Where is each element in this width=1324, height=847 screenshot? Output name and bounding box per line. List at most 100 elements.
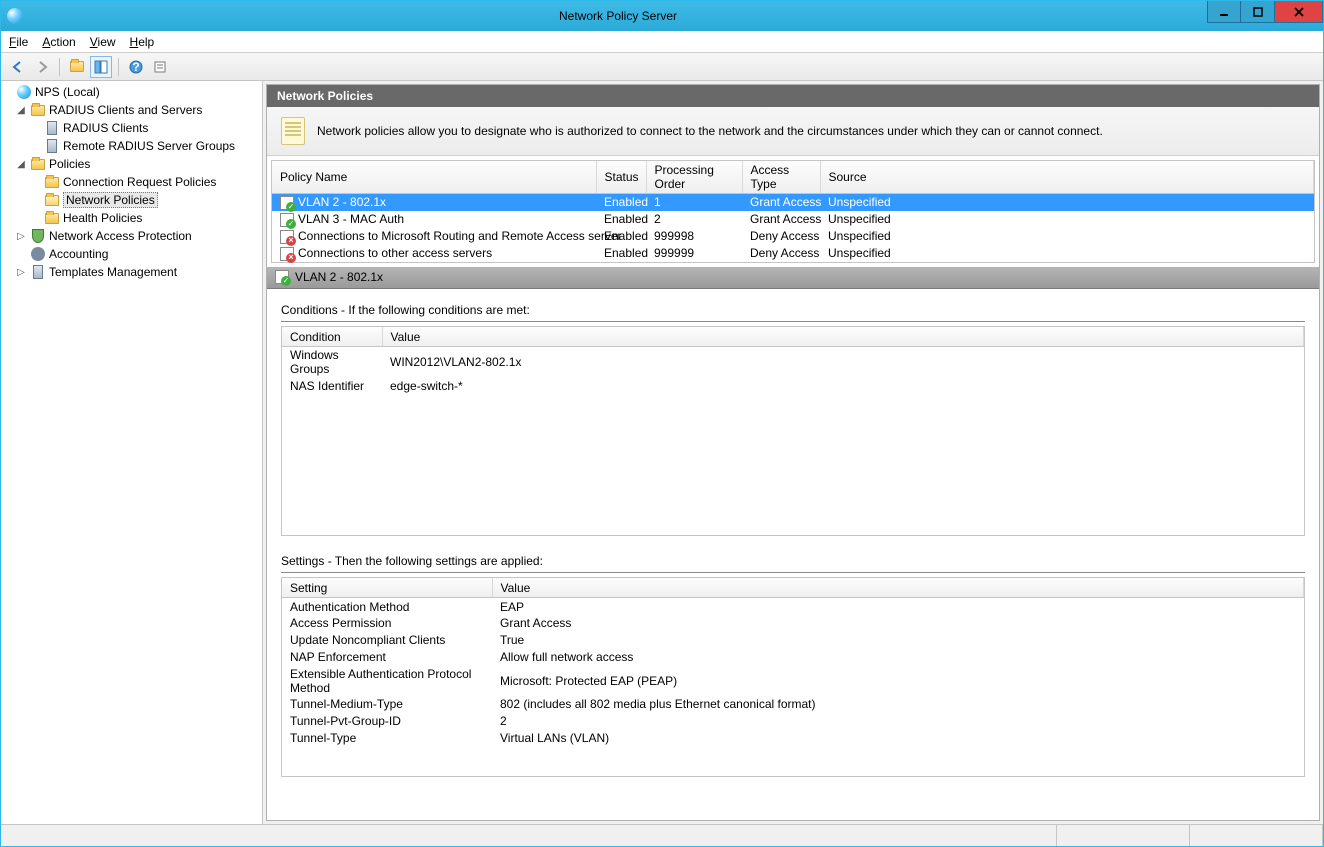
tree-radius[interactable]: ◢ RADIUS Clients and Servers xyxy=(1,101,262,119)
table-row[interactable]: NAP EnforcementAllow full network access xyxy=(282,649,1304,666)
table-row[interactable]: Tunnel-Medium-Type802 (includes all 802 … xyxy=(282,696,1304,713)
up-button[interactable] xyxy=(66,56,88,78)
table-row[interactable]: Connections to Microsoft Routing and Rem… xyxy=(272,228,1314,245)
minimize-button[interactable] xyxy=(1207,1,1241,23)
expander-icon[interactable]: ▷ xyxy=(15,231,27,242)
folder-icon xyxy=(30,102,46,118)
table-row[interactable]: Authentication MethodEAP xyxy=(282,598,1304,615)
tree-label: Network Policies xyxy=(63,192,158,208)
shield-icon xyxy=(30,228,46,244)
table-row[interactable]: Windows GroupsWIN2012\VLAN2-802.1x xyxy=(282,347,1304,378)
folder-icon xyxy=(44,210,60,226)
toolbar-separator xyxy=(118,58,119,76)
server-icon xyxy=(30,264,46,280)
col-condition[interactable]: Condition xyxy=(282,327,382,347)
server-icon xyxy=(44,120,60,136)
settings-title: Settings - Then the following settings a… xyxy=(281,548,1305,573)
col-value[interactable]: Value xyxy=(382,327,1304,347)
tree-policies[interactable]: ◢Policies xyxy=(1,155,262,173)
app-icon xyxy=(7,8,23,24)
tree-label: Remote RADIUS Server Groups xyxy=(63,139,235,153)
col-setting[interactable]: Setting xyxy=(282,578,492,598)
conditions-grid[interactable]: Condition Value Windows GroupsWIN2012\VL… xyxy=(281,326,1305,536)
folder-icon xyxy=(70,61,84,72)
toolbar: ? xyxy=(1,53,1323,81)
menu-view[interactable]: View xyxy=(90,35,116,49)
table-row[interactable]: Tunnel-Pvt-Group-ID2 xyxy=(282,713,1304,730)
policy-deny-icon xyxy=(280,247,294,261)
status-cell xyxy=(1190,825,1323,846)
col-access-type[interactable]: Access Type xyxy=(742,161,820,194)
window-controls xyxy=(1207,1,1323,31)
properties-button[interactable] xyxy=(149,56,171,78)
policy-ok-icon xyxy=(275,270,289,284)
show-hide-tree-button[interactable] xyxy=(90,56,112,78)
window-title: Network Policy Server xyxy=(29,9,1207,23)
tree-label: Health Policies xyxy=(63,211,142,225)
toolbar-separator xyxy=(59,58,60,76)
table-row[interactable]: VLAN 2 - 802.1xEnabled1Grant AccessUnspe… xyxy=(272,194,1314,211)
tree-network-policies[interactable]: Network Policies xyxy=(1,191,262,209)
tree-nap[interactable]: ▷ Network Access Protection xyxy=(1,227,262,245)
table-row[interactable]: Access PermissionGrant Access xyxy=(282,615,1304,632)
menu-action[interactable]: Action xyxy=(42,35,75,49)
folder-open-icon xyxy=(44,192,60,208)
tree-label: NPS (Local) xyxy=(35,85,100,99)
tree-remote-radius[interactable]: Remote RADIUS Server Groups xyxy=(1,137,262,155)
tree-root[interactable]: NPS (Local) xyxy=(1,83,262,101)
expander-icon[interactable]: ◢ xyxy=(15,159,27,170)
policy-deny-icon xyxy=(280,230,294,244)
policies-grid[interactable]: Policy Name Status Processing Order Acce… xyxy=(271,160,1315,263)
table-row[interactable]: Connections to other access serversEnabl… xyxy=(272,245,1314,262)
detail-header: VLAN 2 - 802.1x xyxy=(267,267,1319,289)
server-icon xyxy=(44,138,60,154)
tree-label: Network Access Protection xyxy=(49,229,192,243)
col-source[interactable]: Source xyxy=(820,161,1314,194)
menu-file[interactable]: File xyxy=(9,35,28,49)
help-button[interactable]: ? xyxy=(125,56,147,78)
policy-ok-icon xyxy=(280,213,294,227)
expander-icon[interactable]: ◢ xyxy=(15,105,27,116)
tree-health-policies[interactable]: Health Policies xyxy=(1,209,262,227)
col-policy-name[interactable]: Policy Name xyxy=(272,161,596,194)
col-value[interactable]: Value xyxy=(492,578,1304,598)
settings-grid[interactable]: Setting Value Authentication MethodEAPAc… xyxy=(281,577,1305,777)
col-processing-order[interactable]: Processing Order xyxy=(646,161,742,194)
table-row[interactable]: VLAN 3 - MAC AuthEnabled2Grant AccessUns… xyxy=(272,211,1314,228)
expander-icon[interactable]: ▷ xyxy=(15,267,27,278)
table-row[interactable]: Extensible Authentication Protocol Metho… xyxy=(282,666,1304,696)
app-window: Network Policy Server File Action View H… xyxy=(0,0,1324,847)
navigation-tree[interactable]: NPS (Local) ◢RADIUS Clients and Servers … xyxy=(1,81,263,824)
folder-icon xyxy=(30,156,46,172)
main-body: NPS (Local) ◢RADIUS Clients and Servers … xyxy=(1,81,1323,824)
menubar: File Action View Help xyxy=(1,31,1323,53)
info-text: Network policies allow you to designate … xyxy=(317,124,1103,138)
main-panel: Network Policies Network policies allow … xyxy=(266,84,1320,821)
tree-connection-request-policies[interactable]: Connection Request Policies xyxy=(1,173,262,191)
detail-title: VLAN 2 - 802.1x xyxy=(295,270,383,284)
close-button[interactable] xyxy=(1275,1,1323,23)
policy-ok-icon xyxy=(280,196,294,210)
conditions-title: Conditions - If the following conditions… xyxy=(281,297,1305,322)
note-icon xyxy=(281,117,305,145)
svg-text:?: ? xyxy=(132,60,139,74)
gear-icon xyxy=(30,246,46,262)
col-status[interactable]: Status xyxy=(596,161,646,194)
table-row[interactable]: Update Noncompliant ClientsTrue xyxy=(282,632,1304,649)
info-bar: Network policies allow you to designate … xyxy=(267,107,1319,156)
tree-label: RADIUS Clients and Servers xyxy=(49,103,202,117)
menu-help[interactable]: Help xyxy=(130,35,155,49)
table-row[interactable]: NAS Identifieredge-switch-* xyxy=(282,377,1304,394)
titlebar[interactable]: Network Policy Server xyxy=(1,1,1323,31)
tree-radius-clients[interactable]: RADIUS Clients xyxy=(1,119,262,137)
nav-forward-button[interactable] xyxy=(31,56,53,78)
nav-back-button[interactable] xyxy=(7,56,29,78)
table-row[interactable]: Tunnel-TypeVirtual LANs (VLAN) xyxy=(282,730,1304,747)
maximize-button[interactable] xyxy=(1241,1,1275,23)
tree-accounting[interactable]: Accounting xyxy=(1,245,262,263)
globe-icon xyxy=(16,84,32,100)
conditions-section: Conditions - If the following conditions… xyxy=(267,289,1319,540)
tree-templates[interactable]: ▷ Templates Management xyxy=(1,263,262,281)
statusbar xyxy=(1,824,1323,846)
tree-label: Templates Management xyxy=(49,265,177,279)
